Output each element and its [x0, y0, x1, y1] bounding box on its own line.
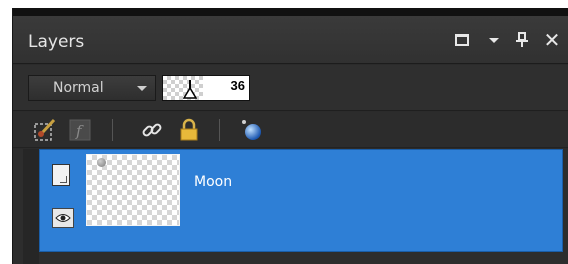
toolbar-divider — [112, 119, 113, 141]
blend-mode-select[interactable]: Normal — [28, 75, 156, 101]
layer-name[interactable]: Moon — [194, 174, 232, 190]
opacity-slider-field[interactable]: 36 — [162, 75, 250, 101]
fx-effects-icon[interactable]: f — [68, 118, 92, 142]
layers-toolbar: f — [13, 112, 568, 148]
toolbar-divider — [219, 119, 220, 141]
layers-panel: Layers ✕ Normal 36 f Moon — [12, 8, 568, 264]
close-icon[interactable]: ✕ — [540, 28, 564, 52]
top-strip — [13, 8, 568, 16]
panel-title: Layers — [28, 32, 85, 52]
brush-mask-icon[interactable] — [33, 118, 57, 142]
opacity-value[interactable]: 36 — [231, 78, 245, 93]
menu-dropdown-icon[interactable] — [482, 28, 506, 52]
chevron-down-icon — [137, 86, 147, 91]
panel-titlebar[interactable]: Layers ✕ — [13, 16, 568, 64]
layers-list: Moon — [13, 149, 568, 264]
layer-thumbnail[interactable] — [86, 154, 180, 226]
eye-icon[interactable] — [52, 208, 74, 228]
layer-gutter — [23, 149, 39, 264]
page-layer-icon — [52, 164, 70, 186]
blend-row: Normal 36 — [13, 65, 568, 111]
moon-thumbnail-dot — [97, 158, 106, 167]
blend-mode-value: Normal — [53, 80, 104, 96]
layer-row-moon[interactable]: Moon — [39, 149, 563, 252]
opacity-slider-thumb[interactable] — [183, 80, 197, 100]
restore-icon[interactable] — [450, 28, 474, 52]
lock-icon[interactable] — [177, 118, 201, 142]
sphere-icon[interactable] — [240, 118, 264, 142]
pin-icon[interactable] — [510, 28, 534, 52]
link-icon[interactable] — [140, 118, 164, 142]
